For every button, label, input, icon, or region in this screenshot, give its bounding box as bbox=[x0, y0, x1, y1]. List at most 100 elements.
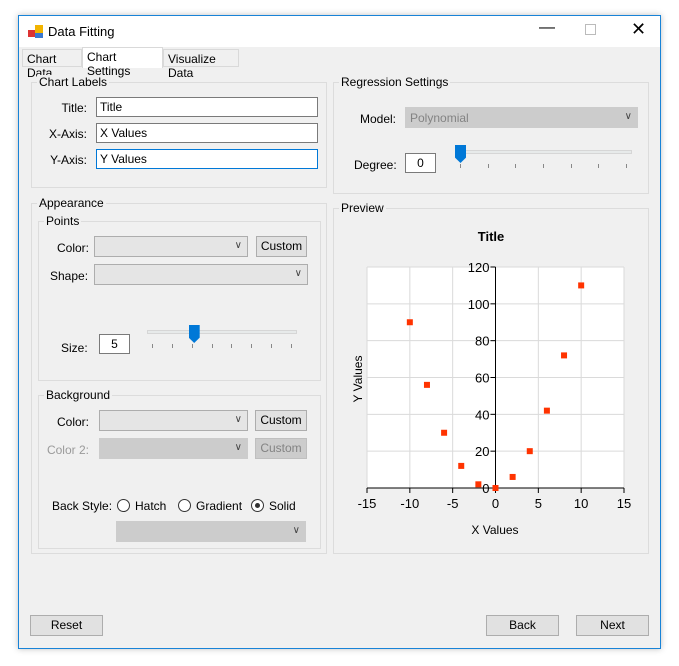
preview-legend: Preview bbox=[339, 201, 386, 215]
hatch-label: Hatch bbox=[135, 499, 167, 513]
x-tick-label: 15 bbox=[617, 496, 631, 511]
reset-button[interactable]: Reset bbox=[30, 615, 103, 636]
chevron-down-icon: ∨ bbox=[234, 240, 242, 251]
x-axis-title: X Values bbox=[471, 523, 518, 537]
shape-combo[interactable]: ∨ bbox=[94, 264, 308, 285]
data-point bbox=[423, 381, 430, 388]
data-point bbox=[526, 448, 533, 455]
y-tick-label: 40 bbox=[475, 407, 489, 422]
model-value: Polynomial bbox=[410, 111, 469, 125]
model-combo[interactable]: Polynomial ∨ bbox=[405, 107, 638, 128]
degree-value-box[interactable]: 0 bbox=[405, 153, 436, 173]
hatch-radio[interactable] bbox=[117, 499, 130, 512]
data-point bbox=[561, 352, 568, 359]
slider-tick bbox=[152, 344, 153, 348]
data-point bbox=[475, 481, 482, 488]
regression-group bbox=[333, 82, 649, 194]
tab-chart-settings[interactable]: Chart Settings bbox=[82, 47, 163, 78]
chart-app-icon bbox=[28, 25, 43, 38]
bg-color-combo[interactable]: ∨ bbox=[99, 410, 248, 431]
title-label: Title: bbox=[61, 101, 87, 115]
x-axis-input[interactable]: X Values bbox=[96, 123, 318, 143]
bg-color-label: Color: bbox=[56, 415, 89, 429]
slider-tick bbox=[543, 164, 544, 168]
back-button[interactable]: Back bbox=[486, 615, 559, 636]
degree-label: Degree: bbox=[354, 158, 397, 172]
solid-label: Solid bbox=[269, 499, 296, 513]
size-slider-track[interactable] bbox=[147, 330, 297, 334]
slider-tick bbox=[171, 344, 173, 348]
chevron-down-icon: ∨ bbox=[234, 414, 242, 425]
points-legend: Points bbox=[44, 214, 82, 228]
x-tick-label: -15 bbox=[358, 496, 377, 511]
chart-title: Title bbox=[478, 229, 505, 244]
slider-tick bbox=[515, 164, 517, 168]
x-tick-label: 10 bbox=[574, 496, 588, 511]
chevron-down-icon: ∨ bbox=[234, 442, 242, 453]
y-tick-label: 120 bbox=[468, 260, 490, 275]
y-axis-input[interactable]: Y Values bbox=[96, 149, 318, 169]
maximize-button[interactable] bbox=[585, 24, 596, 35]
close-button[interactable]: ✕ bbox=[631, 19, 646, 40]
model-label: Model: bbox=[360, 112, 397, 126]
y-tick-label: 80 bbox=[475, 334, 489, 349]
chevron-down-icon: ∨ bbox=[624, 111, 632, 122]
tab-chart-data[interactable]: Chart Data bbox=[22, 49, 82, 80]
slider-tick bbox=[598, 164, 600, 168]
point-color-custom-button[interactable]: Custom bbox=[256, 236, 307, 257]
chevron-down-icon: ∨ bbox=[294, 268, 302, 279]
x-tick-label: -10 bbox=[400, 496, 419, 511]
tab-visualize-data[interactable]: Visualize Data bbox=[163, 49, 239, 80]
slider-tick bbox=[211, 344, 213, 348]
data-point bbox=[406, 319, 413, 326]
slider-tick bbox=[191, 344, 193, 348]
data-point bbox=[543, 407, 550, 414]
chart-labels-legend: Chart Labels bbox=[37, 75, 110, 89]
size-label: Size: bbox=[61, 341, 88, 355]
x-tick-label: -5 bbox=[447, 496, 459, 511]
back-style-label: Back Style: bbox=[52, 499, 113, 513]
point-color-combo[interactable]: ∨ bbox=[94, 236, 248, 257]
data-point bbox=[458, 462, 465, 469]
back-style-combo[interactable]: ∨ bbox=[116, 521, 306, 542]
y-axis-title: Y Values bbox=[351, 356, 365, 403]
slider-tick bbox=[251, 344, 253, 348]
next-button[interactable]: Next bbox=[576, 615, 649, 636]
point-color-label: Color: bbox=[57, 241, 90, 255]
bg-color2-custom-button[interactable]: Custom bbox=[255, 438, 307, 459]
bg-color-custom-button[interactable]: Custom bbox=[255, 410, 307, 431]
shape-label: Shape: bbox=[50, 269, 89, 283]
data-point bbox=[578, 282, 585, 289]
gradient-radio[interactable] bbox=[178, 499, 191, 512]
chevron-down-icon: ∨ bbox=[292, 525, 300, 536]
degree-slider-track[interactable] bbox=[455, 150, 632, 154]
bg-color2-combo[interactable]: ∨ bbox=[99, 438, 248, 459]
x-tick-label: 5 bbox=[535, 496, 542, 511]
y-tick-label: 20 bbox=[475, 444, 489, 459]
title-input[interactable]: Title bbox=[96, 97, 318, 117]
data-point bbox=[492, 485, 499, 491]
data-point bbox=[509, 473, 516, 480]
y-axis-label: Y-Axis: bbox=[50, 153, 87, 167]
data-point bbox=[441, 429, 448, 436]
slider-tick bbox=[570, 164, 572, 168]
preview-chart: Title X Values Y Values -15-10-505101502… bbox=[351, 229, 631, 537]
title-bar: Data Fitting — ✕ bbox=[19, 16, 660, 47]
slider-tick bbox=[626, 164, 627, 168]
bg-color2-label: Color 2: bbox=[46, 443, 89, 457]
y-tick-label: 60 bbox=[475, 371, 489, 386]
slider-tick bbox=[271, 344, 273, 348]
solid-radio[interactable] bbox=[251, 499, 264, 512]
x-axis-label: X-Axis: bbox=[48, 127, 87, 141]
window-title: Data Fitting bbox=[48, 24, 115, 39]
appearance-legend: Appearance bbox=[37, 196, 106, 210]
slider-tick bbox=[460, 164, 461, 168]
size-value-box[interactable]: 5 bbox=[99, 334, 130, 354]
slider-tick bbox=[231, 344, 233, 348]
gradient-label: Gradient bbox=[196, 499, 243, 513]
x-tick-label: 0 bbox=[492, 496, 499, 511]
y-tick-label: 100 bbox=[468, 297, 490, 312]
background-legend: Background bbox=[44, 388, 113, 402]
regression-legend: Regression Settings bbox=[339, 75, 451, 89]
minimize-button[interactable]: — bbox=[539, 19, 555, 37]
